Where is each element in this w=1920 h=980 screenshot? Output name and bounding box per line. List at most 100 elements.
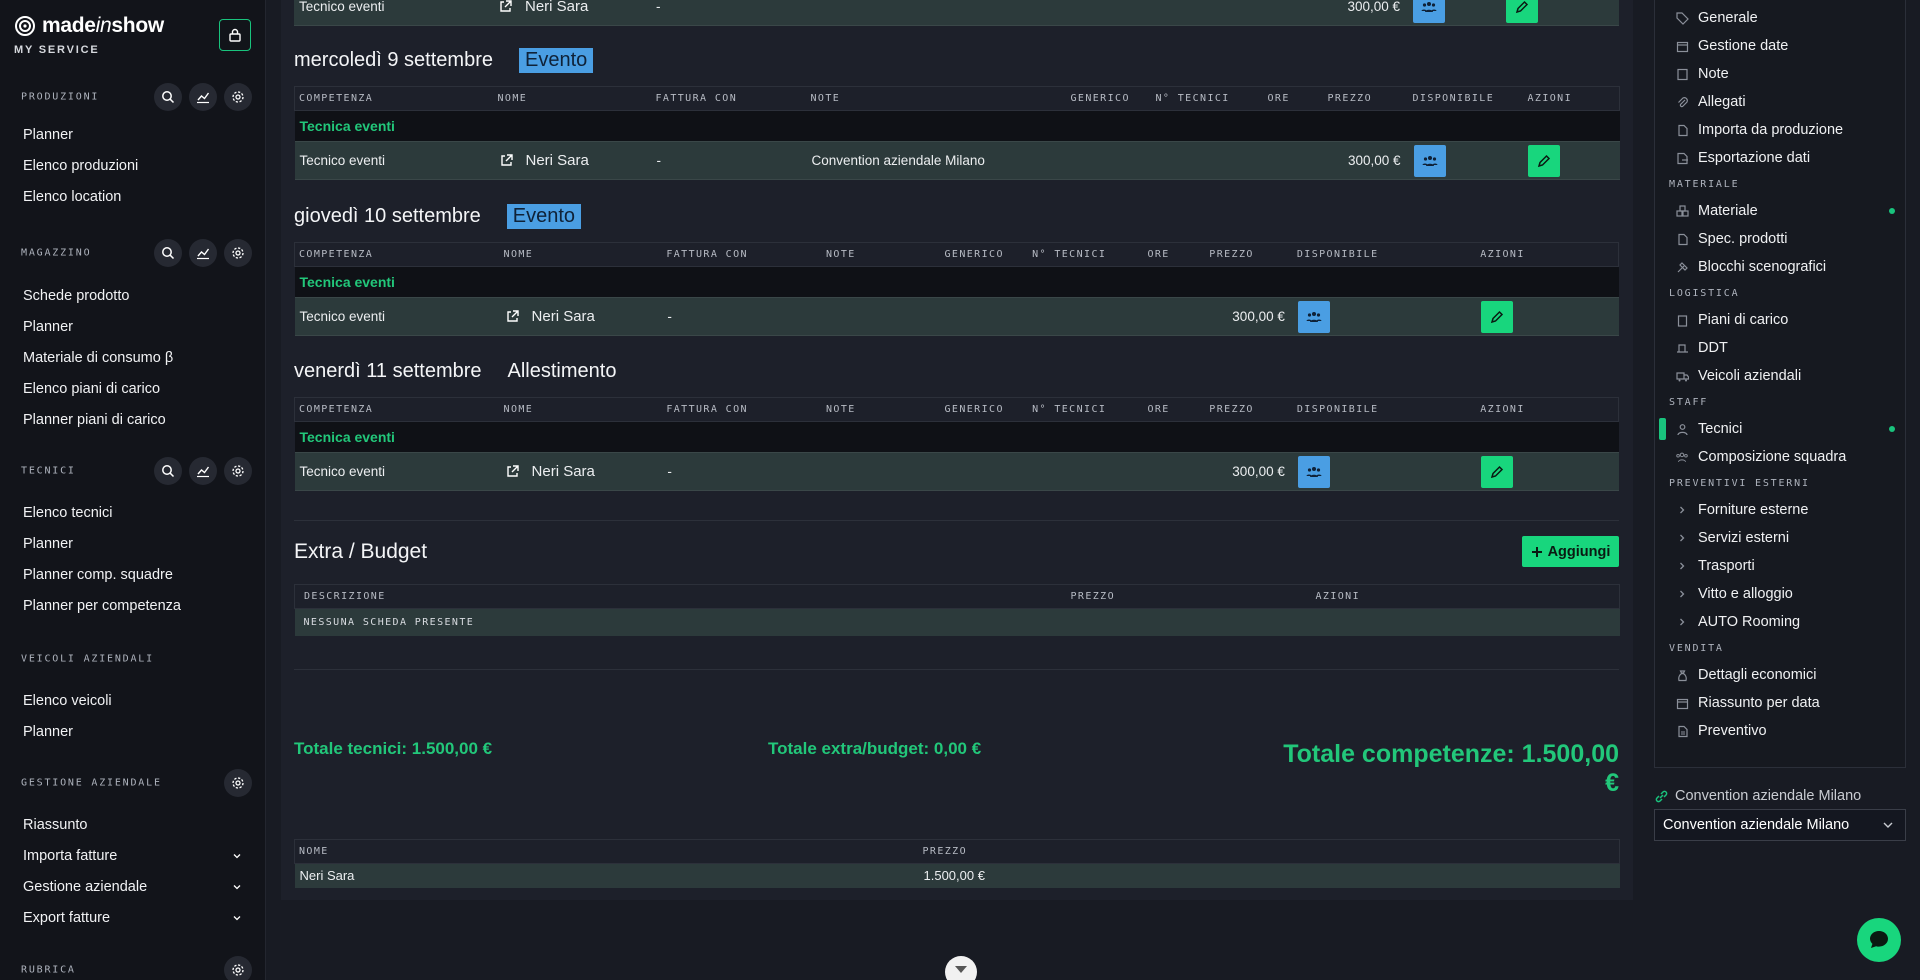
sidebar-item[interactable]: Planner piani di carico xyxy=(0,404,265,435)
nav-item-vitto[interactable]: Vitto e alloggio xyxy=(1655,580,1905,608)
sidebar-item[interactable]: Planner per competenza xyxy=(0,590,265,621)
column-header: ORE xyxy=(1143,242,1206,267)
table-row: Tecnico eventi Neri Sara - Convention az… xyxy=(294,141,1620,180)
project-link[interactable]: Convention aziendale Milano xyxy=(1654,788,1861,804)
nav-item-servizi[interactable]: Servizi esterni xyxy=(1655,524,1905,552)
nav-item-spec-prodotti[interactable]: Spec. prodotti xyxy=(1655,225,1905,253)
lock-button[interactable] xyxy=(219,19,251,51)
sidebar-item[interactable]: Riassunto xyxy=(0,809,265,840)
project-select[interactable]: Convention aziendale Milano xyxy=(1654,809,1906,841)
section-label: GESTIONE AZIENDALE xyxy=(21,777,162,789)
chevron-down-icon xyxy=(1883,822,1893,828)
nav-item-piani-carico[interactable]: Piani di carico xyxy=(1655,306,1905,334)
add-extra-button[interactable]: Aggiungi xyxy=(1522,536,1619,567)
sidebar-item[interactable]: Planner xyxy=(0,119,265,150)
sidebar-item[interactable]: Planner xyxy=(0,528,265,559)
nav-item-dettagli[interactable]: Dettagli economici xyxy=(1655,661,1905,689)
availability-button[interactable] xyxy=(1413,0,1445,23)
tag-icon xyxy=(1675,11,1689,25)
sidebar-item[interactable]: Planner xyxy=(0,311,265,342)
scroll-down-button[interactable] xyxy=(945,956,977,980)
settings-button[interactable] xyxy=(224,239,252,267)
nav-item-importa[interactable]: Importa da produzione xyxy=(1655,116,1905,144)
sidebar-item[interactable]: Planner xyxy=(0,716,265,747)
sidebar-item[interactable]: Schede prodotto xyxy=(0,280,265,311)
logo-text: madeinshow xyxy=(42,14,164,37)
edit-button[interactable] xyxy=(1506,0,1538,23)
stats-button[interactable] xyxy=(189,239,217,267)
nav-item-gestione-date[interactable]: Gestione date xyxy=(1655,32,1905,60)
edit-button[interactable] xyxy=(1481,455,1514,488)
table-row: Neri Sara 1.500,00 € xyxy=(294,863,1620,888)
external-link-icon[interactable] xyxy=(505,309,520,324)
sidebar-item[interactable]: Elenco location xyxy=(0,181,265,212)
nav-item-allegati[interactable]: Allegati xyxy=(1655,88,1905,116)
sidebar-item[interactable]: Importa fatture xyxy=(0,840,265,871)
edit-button[interactable] xyxy=(1481,300,1514,333)
column-header: NOTE xyxy=(822,397,941,422)
day-table: COMPETENZA NOME FATTURA CON NOTE GENERIC… xyxy=(294,86,1620,180)
nav-item-riassunto[interactable]: Riassunto per data xyxy=(1655,689,1905,717)
nav-item-veicoli[interactable]: Veicoli aziendali xyxy=(1655,362,1905,390)
sidebar-item[interactable]: Elenco piani di carico xyxy=(0,373,265,404)
boxes-icon xyxy=(1675,204,1689,218)
fattura-cell: - xyxy=(662,452,823,491)
competenza-cell: Tecnico eventi xyxy=(294,0,493,26)
column-header: COMPETENZA xyxy=(294,86,494,111)
nav-item-composizione[interactable]: Composizione squadra xyxy=(1655,443,1905,471)
search-button[interactable] xyxy=(154,457,182,485)
sidebar-section-gestione: GESTIONE AZIENDALE Riassunto Importa fat… xyxy=(0,766,265,933)
stats-button[interactable] xyxy=(189,83,217,111)
search-button[interactable] xyxy=(154,83,182,111)
clipboard-icon xyxy=(1675,313,1689,327)
nav-item-preventivo[interactable]: Preventivo xyxy=(1655,717,1905,745)
nav-item-trasporti[interactable]: Trasporti xyxy=(1655,552,1905,580)
chat-button[interactable] xyxy=(1857,918,1901,962)
nav-item-auto-rooming[interactable]: AUTO Rooming xyxy=(1655,608,1905,636)
sidebar-item[interactable]: Materiale di consumo β xyxy=(0,342,265,373)
column-header: NOTE xyxy=(822,242,941,267)
settings-button[interactable] xyxy=(224,83,252,111)
nav-item-materiale[interactable]: Materiale xyxy=(1655,197,1905,225)
external-link-icon[interactable] xyxy=(498,0,513,14)
category-label: Tecnica eventi xyxy=(294,110,1620,142)
sidebar-item[interactable]: Elenco tecnici xyxy=(0,497,265,528)
nav-item-generale[interactable]: Generale xyxy=(1655,4,1905,32)
sidebar-item[interactable]: Planner comp. squadre xyxy=(0,559,265,590)
nav-item-blocchi[interactable]: Blocchi scenografici xyxy=(1655,253,1905,281)
sidebar-item[interactable]: Gestione aziendale xyxy=(0,871,265,902)
availability-button[interactable] xyxy=(1297,455,1330,488)
nome-cell: Neri Sara xyxy=(525,152,589,169)
availability-button[interactable] xyxy=(1413,144,1446,177)
brand[interactable]: madeinshow MY SERVICE xyxy=(14,14,164,56)
sidebar-item[interactable]: Export fatture xyxy=(0,902,265,933)
summary-prezzo: 1.500,00 € xyxy=(918,863,1620,888)
availability-button[interactable] xyxy=(1297,300,1330,333)
sidebar-item[interactable]: Elenco produzioni xyxy=(0,150,265,181)
nav-item-forniture[interactable]: Forniture esterne xyxy=(1655,496,1905,524)
nav-item-esportazione[interactable]: Esportazione dati xyxy=(1655,144,1905,172)
chevron-right-icon xyxy=(1675,587,1689,601)
edit-button[interactable] xyxy=(1527,144,1560,177)
sidebar: madeinshow MY SERVICE PRODUZIONI Planner… xyxy=(0,0,266,980)
sidebar-item[interactable]: Elenco veicoli xyxy=(0,685,265,716)
nav-item-ddt[interactable]: DDT xyxy=(1655,334,1905,362)
stats-button[interactable] xyxy=(189,457,217,485)
settings-button[interactable] xyxy=(224,769,252,797)
fattura-cell: - xyxy=(651,141,807,180)
column-header: N° TECNICI xyxy=(1151,86,1264,111)
total-extra: Totale extra/budget: 0,00 € xyxy=(768,739,982,758)
external-link-icon[interactable] xyxy=(505,464,520,479)
nav-item-tecnici[interactable]: Tecnici xyxy=(1655,415,1905,443)
settings-button[interactable] xyxy=(224,956,252,980)
chevron-right-icon xyxy=(1675,531,1689,545)
total-competenze: Totale competenze: 1.500,00 € xyxy=(1283,740,1619,797)
section-label: VEICOLI AZIENDALI xyxy=(21,653,154,665)
nav-item-note[interactable]: Note xyxy=(1655,60,1905,88)
settings-button[interactable] xyxy=(224,457,252,485)
divider xyxy=(294,520,1619,521)
search-button[interactable] xyxy=(154,239,182,267)
chevron-down-icon xyxy=(955,966,967,973)
external-link-icon[interactable] xyxy=(499,153,514,168)
link-icon xyxy=(1655,790,1668,802)
